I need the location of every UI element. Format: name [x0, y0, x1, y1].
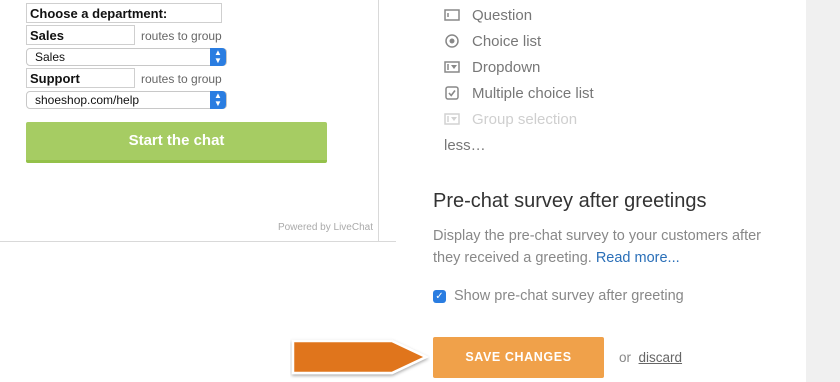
powered-by-livechat[interactable]: Powered by LiveChat [278, 222, 373, 233]
department-label: Choose a department: [26, 3, 222, 23]
show-survey-checkbox-row[interactable]: ✓ Show pre-chat survey after greeting [433, 288, 684, 304]
scrollbar-gutter [806, 0, 840, 382]
callout-arrow-icon [291, 339, 429, 375]
field-type-question[interactable]: Question [444, 5, 532, 25]
section-title: Pre-chat survey after greetings [433, 190, 707, 212]
sales-group-name: Sales [26, 25, 135, 45]
sales-select-value: Sales [35, 50, 66, 64]
field-type-group-selection: Group selection [444, 109, 577, 129]
or-text: or [619, 350, 632, 365]
field-type-label: Group selection [472, 110, 578, 128]
settings-panel: Question Choice list Dropdown Multiple c… [396, 0, 806, 382]
field-type-dropdown[interactable]: Dropdown [444, 57, 540, 77]
read-more-link[interactable]: Read more... [596, 250, 680, 266]
dropdown-icon [444, 59, 460, 75]
field-type-choice-list[interactable]: Choice list [444, 31, 541, 51]
preview-divider [0, 241, 396, 242]
less-link[interactable]: less… [444, 137, 486, 154]
or-discard: or discard [619, 350, 682, 365]
support-group-name: Support [26, 68, 135, 88]
dropdown-icon [444, 111, 460, 127]
radio-icon [444, 33, 460, 49]
show-survey-checkbox[interactable]: ✓ [433, 289, 446, 303]
field-type-label: Choice list [472, 32, 542, 50]
question-icon [444, 7, 460, 23]
save-changes-button[interactable]: SAVE CHANGES [433, 337, 604, 378]
sales-routes-text: routes to group [141, 29, 222, 43]
show-survey-checkbox-label: Show pre-chat survey after greeting [454, 288, 684, 304]
field-type-label: Dropdown [472, 58, 541, 76]
support-select-value: shoeshop.com/help [35, 93, 140, 107]
checkbox-icon [444, 85, 460, 101]
start-chat-button[interactable]: Start the chat [26, 122, 327, 163]
section-description: Display the pre-chat survey to your cust… [433, 225, 763, 269]
field-type-label: Multiple choice list [472, 84, 594, 102]
select-chevron-icon: ▲ ▼ [210, 48, 226, 66]
support-group-select[interactable]: shoeshop.com/help ▲ ▼ [26, 91, 227, 109]
field-type-multiple-choice[interactable]: Multiple choice list [444, 83, 594, 103]
discard-link[interactable]: discard [639, 350, 683, 365]
field-type-label: Question [472, 6, 533, 24]
select-chevron-icon: ▲ ▼ [210, 91, 226, 109]
sales-group-select[interactable]: Sales ▲ ▼ [26, 48, 227, 66]
chat-preview-panel: Choose a department: Sales routes to gro… [0, 0, 379, 242]
support-routes-text: routes to group [141, 72, 222, 86]
